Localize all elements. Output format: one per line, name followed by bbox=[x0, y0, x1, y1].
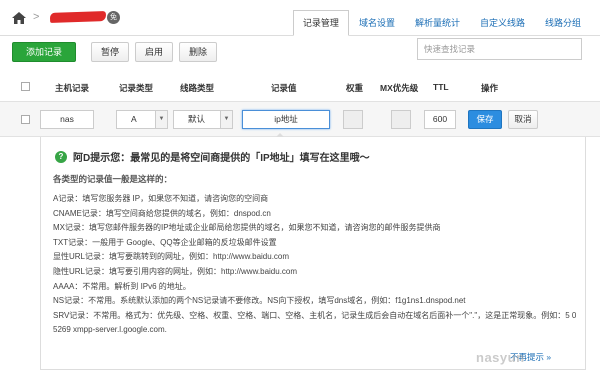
table-header: 主机记录 记录类型 线路类型 记录值 权重 MX优先级 TTL 操作 bbox=[0, 76, 600, 98]
pause-button[interactable]: 暂停 bbox=[91, 42, 130, 62]
record-type-select[interactable]: A ▼ bbox=[116, 110, 168, 129]
breadcrumb-arrow-icon: > bbox=[33, 11, 40, 23]
watermark-logo: nasyun bbox=[476, 350, 525, 365]
col-weight: 权重 bbox=[346, 83, 364, 93]
tab-bar: 记录管理 域名设置 解析量统计 自定义线路 线路分组 bbox=[292, 10, 591, 36]
toolbar: 添加记录 暂停 启用 删除 bbox=[12, 42, 218, 62]
col-mx: MX优先级 bbox=[380, 83, 419, 93]
select-all-checkbox[interactable] bbox=[21, 82, 30, 91]
record-type-value: A bbox=[131, 114, 137, 124]
col-type: 记录类型 bbox=[119, 83, 154, 93]
line-type-value: 默认 bbox=[188, 114, 206, 124]
enable-button[interactable]: 启用 bbox=[135, 42, 174, 62]
add-record-button[interactable]: 添加记录 bbox=[12, 42, 77, 62]
tip-line-srv: SRV记录：不常用。格式为：优先级、空格、权重、空格、端口、空格、主机名，记录生… bbox=[53, 310, 577, 334]
double-arrow-icon: » bbox=[546, 352, 552, 362]
tip-panel: ? 阿D提示您：最常见的是将空间商提供的「IP地址」填写在这里哦～ 各类型的记录… bbox=[40, 137, 586, 370]
tip-line-mx: MX记录：填写您邮件服务器的IP地址或企业邮局给您提供的域名，如果您不知道，请咨… bbox=[53, 223, 441, 233]
tip-subtitle: 各类型的记录值一般是这样的： bbox=[53, 174, 173, 184]
search-input[interactable]: 快速查找记录 bbox=[417, 38, 582, 60]
col-line: 线路类型 bbox=[180, 83, 215, 93]
weight-input[interactable] bbox=[343, 110, 363, 129]
home-icon[interactable] bbox=[12, 12, 26, 24]
tab-statistics[interactable]: 解析量统计 bbox=[405, 10, 470, 36]
col-ttl: TTL bbox=[433, 82, 449, 92]
chevron-down-icon: ▼ bbox=[155, 111, 167, 128]
col-host: 主机记录 bbox=[55, 83, 90, 93]
tab-domain-settings[interactable]: 域名设置 bbox=[349, 10, 405, 36]
tip-line-aaaa: AAAA：不常用。解析到 IPv6 的地址。 bbox=[53, 281, 191, 291]
tip-line-a: A记录：填写您服务器 IP，如果您不知道，请咨询您的空间商 bbox=[53, 194, 269, 203]
tip-list: A记录：填写您服务器 IP，如果您不知道，请咨询您的空间商 CNAME记录：填写… bbox=[53, 192, 581, 337]
tip-title-text: 阿D提示您：最常见的是将空间商提供的「IP地址」填写在这里哦～ bbox=[73, 153, 370, 164]
tab-records[interactable]: 记录管理 bbox=[292, 10, 349, 36]
tab-custom-lines[interactable]: 自定义线路 bbox=[470, 10, 535, 36]
ttl-input[interactable]: 600 bbox=[424, 110, 456, 129]
row-checkbox[interactable] bbox=[21, 115, 30, 124]
delete-button[interactable]: 删除 bbox=[179, 42, 218, 62]
tab-line-groups[interactable]: 线路分组 bbox=[535, 10, 591, 36]
record-edit-row: nas A ▼ 默认 ▼ ip地址 600 保存 取消 bbox=[0, 101, 600, 137]
mx-priority-input[interactable] bbox=[391, 110, 411, 129]
chevron-down-icon: ▼ bbox=[220, 111, 232, 128]
question-icon: ? bbox=[55, 150, 67, 163]
tip-line-cname: CNAME记录：填写空间商给您提供的域名，例如：dnspod.cn bbox=[53, 208, 271, 218]
save-button[interactable]: 保存 bbox=[468, 110, 502, 129]
line-type-select[interactable]: 默认 ▼ bbox=[173, 110, 233, 129]
tip-line-url-explicit: 显性URL记录：填写要跳转到的网址，例如：http://www.baidu.co… bbox=[53, 252, 290, 262]
tip-line-ns: NS记录：不常用。系统默认添加的两个NS记录请不要修改。NS向下授权，填写dns… bbox=[53, 296, 466, 306]
domain-name-redacted bbox=[49, 11, 107, 23]
domain-status-badge: 免 bbox=[107, 11, 120, 24]
col-value: 记录值 bbox=[271, 83, 297, 93]
tip-line-url-implicit: 隐性URL记录：填写要引用内容的网址，例如：http://www.baidu.c… bbox=[53, 266, 298, 276]
cancel-button[interactable]: 取消 bbox=[508, 110, 538, 129]
tip-line-txt: TXT记录：一般用于 Google、QQ等企业邮箱的反垃圾邮件设置 bbox=[53, 237, 277, 247]
top-bar: > 免 记录管理 域名设置 解析量统计 自定义线路 线路分组 bbox=[0, 0, 600, 36]
col-ops: 操作 bbox=[481, 83, 499, 93]
tip-title: ? 阿D提示您：最常见的是将空间商提供的「IP地址」填写在这里哦～ bbox=[55, 149, 370, 164]
host-input[interactable]: nas bbox=[40, 110, 94, 129]
record-value-input[interactable]: ip地址 bbox=[242, 110, 330, 129]
